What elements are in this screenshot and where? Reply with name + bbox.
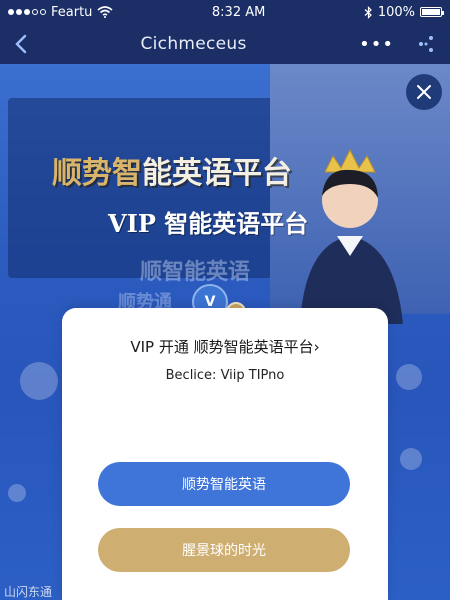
more-dots-icon[interactable]: ••• [359,34,394,55]
carrier-name: Feartu [51,4,93,20]
battery-icon [420,7,444,17]
status-time: 8:32 AM [211,4,266,20]
decorative-circle [396,364,422,390]
decorative-circle [8,484,26,502]
status-left: Feartu [8,5,113,20]
card-title[interactable]: VIP 开通 顺势智能英语平台› [62,336,388,357]
close-icon [417,85,431,99]
decorative-circle [400,448,422,470]
wifi-icon [97,6,113,18]
nav-title: Cichmeceus [140,34,247,54]
bluetooth-icon [364,5,372,19]
status-bar: Feartu 8:32 AM 100% [0,0,450,24]
status-right: 100% [364,4,444,20]
primary-action-button[interactable]: 顺势智能英语 [98,462,350,506]
vip-subscription-card: VIP 开通 顺势智能英语平台› Beclice: Viip TIPno 顺势智… [62,308,388,600]
decorative-circle [20,362,58,400]
secondary-action-button[interactable]: 腥景球的时光 [98,528,350,572]
navigation-bar: Cichmeceus ••• [0,24,450,64]
back-chevron-icon[interactable] [14,34,28,54]
battery-percent: 100% [377,4,415,20]
card-subtitle: Beclice: Viip TIPno [165,368,285,383]
nav-actions: ••• [359,34,436,55]
banner-headline: 顺势智能英语平台 [52,148,292,192]
signal-strength-icon [8,9,46,15]
banner-headline-gold: 顺势智 [52,156,142,191]
banner-subheadline: VIP 智能英语平台 [108,209,309,238]
banner-bottom-text: 山闪东通 [4,585,53,599]
banner-ghost-text: 顺智能英语 [140,259,251,285]
close-button[interactable] [406,74,442,110]
banner-headline-rest: 能英语平台 [142,156,292,191]
share-icon[interactable] [416,34,436,54]
